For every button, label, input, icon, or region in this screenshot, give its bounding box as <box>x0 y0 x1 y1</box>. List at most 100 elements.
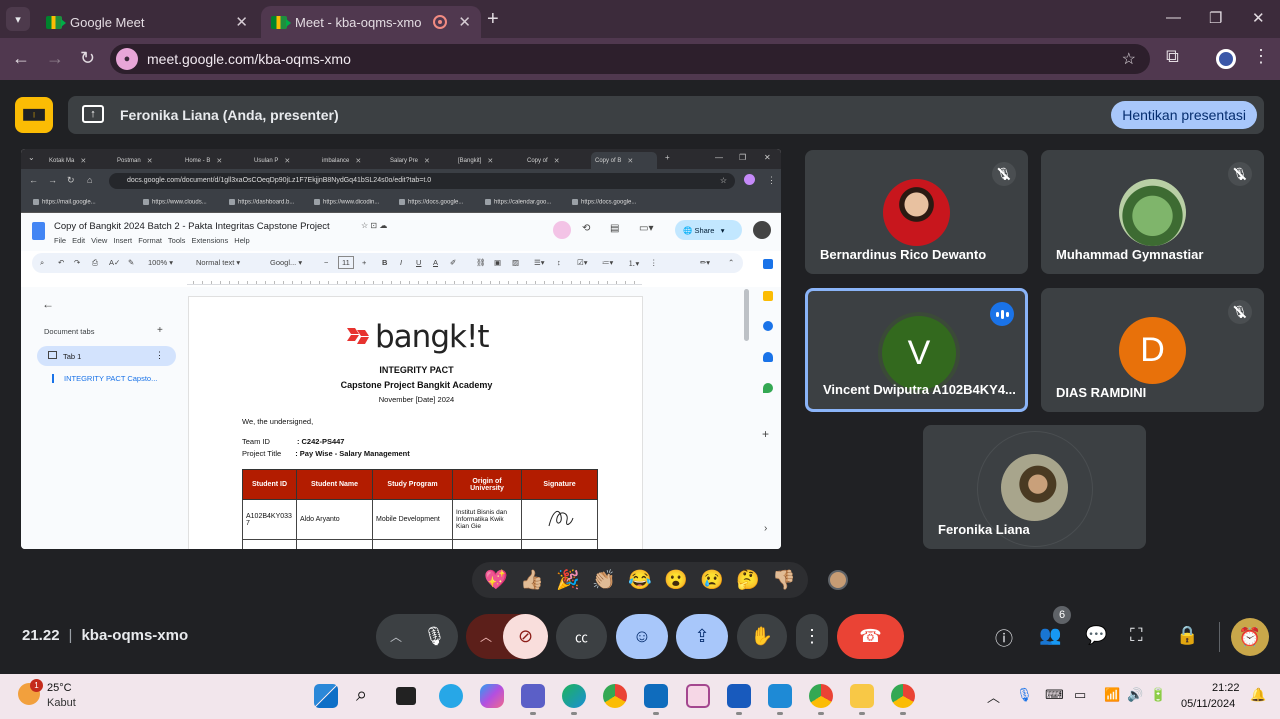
reaction-clap[interactable]: 👏🏼 <box>592 568 616 592</box>
inner-forward-icon: → <box>48 175 57 185</box>
reaction-thumbs-down[interactable]: 👎🏼 <box>772 568 796 592</box>
reaction-thinking[interactable]: 🤔 <box>736 568 760 592</box>
raise-hand-button[interactable]: ✋ <box>737 614 787 659</box>
chat-icon[interactable]: 💬 <box>1085 625 1107 646</box>
minimize-icon[interactable]: — <box>1166 9 1181 26</box>
participant-tile[interactable]: 🎙 Bernardinus Rico Dewanto <box>805 150 1028 274</box>
checklist-icon: ☑▾ <box>577 258 588 267</box>
address-bar[interactable]: ● meet.google.com/kba-oqms-xmo ☆ <box>110 44 1150 74</box>
doc-title-icons: ☆ ⊡ ☁ <box>361 221 388 230</box>
participant-tile-speaking[interactable]: V Vincent Dwiputra A102B4KY4... <box>805 288 1028 412</box>
keyboard-icon[interactable]: ⌨ <box>1045 687 1064 703</box>
audio-settings-chevron-icon[interactable]: ︿ <box>390 628 402 645</box>
inner-tab: Postman ✕ <box>117 157 153 165</box>
tab-title: Google Meet <box>70 14 145 30</box>
emoji-button[interactable]: ☺ <box>616 614 668 659</box>
clock-date[interactable]: 05/11/2024 <box>1181 698 1235 710</box>
file-explorer-icon[interactable] <box>850 684 874 715</box>
inner-menu-icon: ⋮ <box>767 175 776 185</box>
task-view-icon[interactable] <box>396 687 416 705</box>
reaction-laugh[interactable]: 😂 <box>628 568 652 592</box>
reaction-thumbs-up[interactable]: 👍🏼 <box>520 568 544 592</box>
paint-format-icon: ✎ <box>128 258 135 267</box>
telegram-icon[interactable] <box>439 684 463 708</box>
table-header: Student ID <box>242 469 297 500</box>
host-controls-icon[interactable]: 🔒 <box>1176 625 1198 646</box>
weather-temperature[interactable]: 25°C <box>47 682 72 694</box>
start-menu-icon[interactable] <box>314 684 338 708</box>
divider <box>1219 622 1220 652</box>
participant-tile[interactable]: 🎙 Muhammad Gymnastiar <box>1041 150 1264 274</box>
mic-in-use-tray-icon[interactable]: 🎙 <box>1016 687 1033 703</box>
captions-button[interactable]: ㏄ <box>556 614 607 659</box>
bangkit-logo-text: bangk!t <box>375 319 490 355</box>
tab-title: Meet - kba-oqms-xmo <box>295 14 422 30</box>
more-options-button[interactable]: ⋮ <box>796 614 828 659</box>
extensions-icon[interactable]: ⧉ <box>1166 46 1179 67</box>
new-tab-button[interactable]: + <box>487 8 499 31</box>
skin-tone-selector[interactable] <box>828 570 848 590</box>
video-settings-chevron-icon[interactable]: ︿ <box>480 628 492 645</box>
reaction-crying[interactable]: 😢 <box>700 568 724 592</box>
highlight-icon: ✐ <box>450 258 457 267</box>
microphone-icon[interactable]: 🎙 <box>423 626 446 647</box>
reload-icon[interactable]: ↻ <box>80 48 95 69</box>
teams-icon[interactable] <box>521 684 545 715</box>
people-icon[interactable]: 👥 <box>1039 625 1061 646</box>
meeting-details-icon[interactable]: ⓘ <box>995 625 1013 651</box>
chrome-icon[interactable] <box>603 684 627 708</box>
vscode-icon[interactable] <box>768 684 792 715</box>
leave-call-button[interactable]: ☎ <box>837 614 904 659</box>
search-icon[interactable]: ⌕ <box>356 684 380 708</box>
timer-icon[interactable]: ⏰ <box>1231 618 1269 656</box>
bookmark-star-icon[interactable]: ☆ <box>1122 49 1136 69</box>
close-tab-icon[interactable]: ✕ <box>235 13 248 31</box>
undersigned-text: We, the undersigned, <box>242 417 314 426</box>
pact-title: INTEGRITY PACT <box>379 365 454 375</box>
chrome-profile-2-icon[interactable] <box>891 684 915 715</box>
hand-icon: ✋ <box>750 626 774 646</box>
close-window-icon[interactable]: ✕ <box>1252 9 1265 27</box>
close-tab-icon[interactable]: ✕ <box>458 13 471 31</box>
participant-tile-self[interactable]: Feronika Liana <box>923 425 1146 549</box>
display-icon[interactable]: ▭ <box>1074 687 1086 703</box>
forward-icon[interactable]: → <box>46 48 64 69</box>
present-button[interactable]: ⇪ <box>676 614 728 659</box>
clock-time[interactable]: 21:22 <box>1212 682 1240 694</box>
restore-icon[interactable]: ❐ <box>1209 9 1222 27</box>
notifications-icon[interactable]: 🔔 <box>1250 687 1266 703</box>
meet-favicon-icon <box>46 15 66 29</box>
edge-icon[interactable] <box>562 684 586 715</box>
link-icon: ⛓ <box>476 258 486 267</box>
doc-menu-bar: File Edit View Insert Format Tools Exten… <box>54 236 250 245</box>
style-value: Normal text <box>196 258 235 267</box>
volume-icon[interactable]: 🔊 <box>1127 687 1143 703</box>
table-cell: Aldo Aryanto <box>296 499 373 540</box>
copilot-icon[interactable] <box>480 684 504 708</box>
team-id-value: : C242-PS447 <box>296 437 345 446</box>
reaction-sparkling-heart[interactable]: 💖 <box>484 568 508 592</box>
reaction-party-popper[interactable]: 🎉 <box>556 568 580 592</box>
battery-icon[interactable]: 🔋 <box>1150 687 1166 703</box>
snipping-tool-icon[interactable] <box>686 684 710 708</box>
stop-presenting-button[interactable]: Hentikan presentasi <box>1111 101 1257 129</box>
activities-icon[interactable]: ⛶ <box>1130 625 1143 646</box>
reaction-surprised[interactable]: 😮 <box>664 568 688 592</box>
maps-icon <box>763 383 773 393</box>
show-hidden-icons-icon[interactable]: ︿ <box>987 687 1000 706</box>
back-icon[interactable]: ← <box>12 48 30 69</box>
chrome-menu-icon[interactable]: ⋮ <box>1252 46 1270 67</box>
browser-tab-google-meet[interactable]: Google Meet ✕ <box>36 6 258 38</box>
participant-tile[interactable]: D 🎙 DIAS RAMDINI <box>1041 288 1264 412</box>
weather-description[interactable]: Kabut <box>47 697 76 709</box>
word-icon[interactable] <box>727 684 751 715</box>
mic-in-use-icon[interactable]: ● <box>116 48 138 70</box>
browser-tab-meet-kba[interactable]: Meet - kba-oqms-xmo ✕ <box>261 6 481 38</box>
camera-off-icon[interactable]: ⊘ <box>503 614 548 659</box>
doc-format-toolbar: ⌕ ↶ ↷ ⎙ A✓ ✎ 100% ▾ Normal text ▾ Googl.… <box>32 253 743 273</box>
chrome-profile-icon[interactable] <box>809 684 833 715</box>
profile-avatar[interactable] <box>1216 49 1236 69</box>
outlook-icon[interactable] <box>644 684 668 715</box>
tab-search-button[interactable]: ▾ <box>6 7 30 31</box>
wifi-icon[interactable]: 📶 <box>1104 687 1120 703</box>
